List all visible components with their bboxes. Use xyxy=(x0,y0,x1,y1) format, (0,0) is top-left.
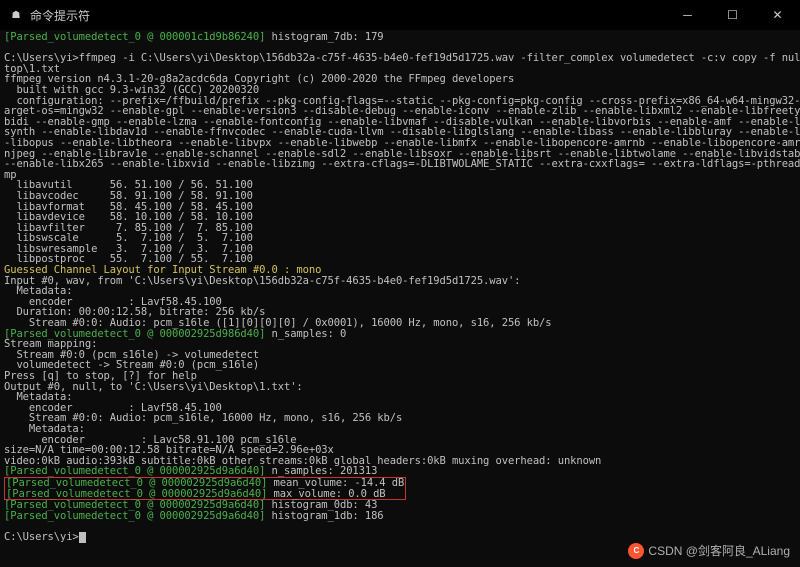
libs: libavutil 56. 51.100 / 56. 51.100 libavc… xyxy=(4,179,253,265)
parsed-tag: [Parsed_volumedetect_0 @ 000002925d9a6d4… xyxy=(4,510,265,522)
command: ffmpeg -i C:\Users\yi\Desktop\156db32a-c… xyxy=(4,52,800,75)
prompt: C:\Users\yi> xyxy=(4,531,79,543)
titlebar-buttons: ─ ☐ ✕ xyxy=(665,0,800,30)
csdn-logo-icon: C xyxy=(628,543,644,559)
parsed-text: n_samples: 0 xyxy=(265,328,346,340)
titlebar[interactable]: ☗ 命令提示符 ─ ☐ ✕ xyxy=(0,0,800,30)
parsed-text: histogram_1db: 186 xyxy=(265,510,383,522)
terminal-window: ☗ 命令提示符 ─ ☐ ✕ [Parsed_volumedetect_0 @ 0… xyxy=(0,0,800,567)
parsed-text: n_samples: 201313 xyxy=(265,465,377,477)
parsed-text: max_volume: 0.0 dB xyxy=(267,488,385,500)
window-title: 命令提示符 xyxy=(30,7,90,24)
parsed-tag: [Parsed_volumedetect_0 @ 000002925d9a6d4… xyxy=(6,488,267,500)
watermark-text: CSDN @剑客阿良_ALiang xyxy=(648,542,790,559)
minimize-button[interactable]: ─ xyxy=(665,0,710,30)
watermark: C CSDN @剑客阿良_ALiang xyxy=(628,542,790,559)
cursor xyxy=(79,532,86,543)
close-button[interactable]: ✕ xyxy=(755,0,800,30)
highlight-box: [Parsed_volumedetect_0 @ 000002925d9a6d4… xyxy=(4,477,406,500)
configuration: configuration: --prefix=/ffbuild/prefix … xyxy=(4,95,800,181)
parsed-tag: [Parsed_volumedetect_0 @ 000001c1d9b8624… xyxy=(4,31,265,43)
input0: Input #0, wav, from 'C:\Users\yi\Desktop… xyxy=(4,275,520,287)
parsed-tag: [Parsed_volumedetect_0 @ 000002925d9a6d4… xyxy=(4,465,265,477)
terminal-body[interactable]: [Parsed_volumedetect_0 @ 000001c1d9b8624… xyxy=(0,30,800,567)
maximize-button[interactable]: ☐ xyxy=(710,0,755,30)
cmd-icon: ☗ xyxy=(8,7,24,23)
parsed-text: histogram_7db: 179 xyxy=(265,31,383,43)
